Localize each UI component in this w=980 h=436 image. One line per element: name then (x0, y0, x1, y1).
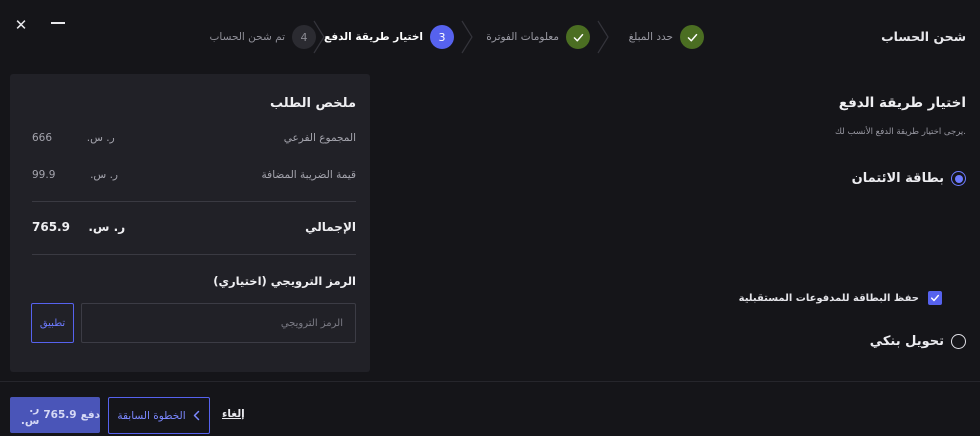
divider (32, 201, 356, 202)
total-amount: ر. س. 765.9 (32, 220, 125, 234)
total-value: 765.9 (32, 220, 70, 234)
close-icon[interactable]: ✕ (14, 14, 28, 36)
save-card-label: حفظ البطاقة للمدفوعات المستقبلية (738, 292, 919, 304)
pay-button[interactable]: دفع 765.9 ر. س. (10, 397, 100, 433)
check-icon (680, 25, 704, 49)
step-3: اختيار طريقة الدفع 3 (322, 20, 460, 54)
option-label: تحويل بنكي (869, 334, 944, 349)
check-icon (566, 25, 590, 49)
radio-selected-icon[interactable] (951, 171, 966, 186)
option-label: بطاقة الائتمان (851, 171, 944, 186)
vat-row: ر. س. 99.9 قيمة الضريبة المضافة (32, 169, 356, 181)
step-separator-icon (597, 20, 609, 54)
progress-stepper: حدد المبلغ معلومات الفوترة اختيار طريقة … (198, 20, 710, 54)
total-row: ر. س. 765.9 الإجمالي (32, 220, 356, 234)
step-number: 4 (292, 25, 316, 49)
previous-step-label: الخطوة السابقة (117, 409, 186, 422)
order-summary-panel: ملخص الطلب ر. س. 666 المجموع الفرعي ر. س… (10, 74, 370, 372)
currency-label: ر. س. (86, 132, 115, 144)
step-label: حدد المبلغ (628, 31, 673, 43)
subtotal-value: 666 (32, 132, 53, 144)
option-bank-transfer[interactable]: تحويل بنكي (870, 334, 966, 349)
step-number: 3 (430, 25, 454, 49)
vat-value: 99.9 (32, 169, 56, 181)
vat-label: قيمة الضريبة المضافة (261, 169, 356, 181)
payment-method-title: اختيار طريقة الدفع (838, 95, 966, 111)
currency-label: ر. س. (88, 220, 126, 234)
subtotal-row: ر. س. 666 المجموع الفرعي (32, 132, 356, 144)
minimize-icon[interactable] (51, 22, 65, 24)
step-label: تم شحن الحساب (209, 31, 286, 43)
apply-promo-button[interactable]: تطبيق (31, 303, 74, 343)
step-label: اختيار طريقة الدفع (324, 31, 423, 43)
footer-divider (0, 381, 980, 382)
currency-label: ر. س. (90, 169, 118, 181)
checkbox-checked-icon[interactable] (928, 291, 942, 305)
promo-code-title: الرمز الترويجي (اختياري) (213, 274, 356, 288)
subtotal-amount: ر. س. 666 (32, 132, 115, 144)
step-2: معلومات الفوترة (470, 20, 596, 54)
modal-title: شحن الحساب (881, 29, 966, 44)
save-card-option[interactable]: حفظ البطاقة للمدفوعات المستقبلية (739, 291, 942, 305)
pay-amount: 765.9 (43, 409, 77, 421)
payment-method-subtitle: يرجى اختيار طريقة الدفع الأنسب لك. (835, 127, 966, 137)
radio-unselected-icon[interactable] (951, 334, 966, 349)
pay-currency: ر. س. (20, 403, 40, 427)
divider (32, 254, 356, 255)
step-1: حدد المبلغ (604, 20, 710, 54)
step-label: معلومات الفوترة (486, 31, 559, 43)
top-up-modal: ✕ شحن الحساب حدد المبلغ معلومات الفوترة … (0, 0, 980, 436)
step-separator-icon (461, 20, 473, 54)
pay-label: دفع (80, 409, 100, 421)
chevron-left-icon (193, 410, 199, 421)
vat-amount: ر. س. 99.9 (32, 169, 118, 181)
option-credit-card[interactable]: بطاقة الائتمان (852, 171, 966, 186)
promo-code-input[interactable] (81, 303, 356, 343)
total-label: الإجمالي (305, 220, 356, 234)
previous-step-button[interactable]: الخطوة السابقة (108, 397, 210, 434)
subtotal-label: المجموع الفرعي (283, 132, 356, 144)
order-summary-title: ملخص الطلب (269, 96, 356, 111)
cancel-link[interactable]: إلغاء (222, 408, 245, 420)
step-4: تم شحن الحساب 4 (198, 20, 322, 54)
